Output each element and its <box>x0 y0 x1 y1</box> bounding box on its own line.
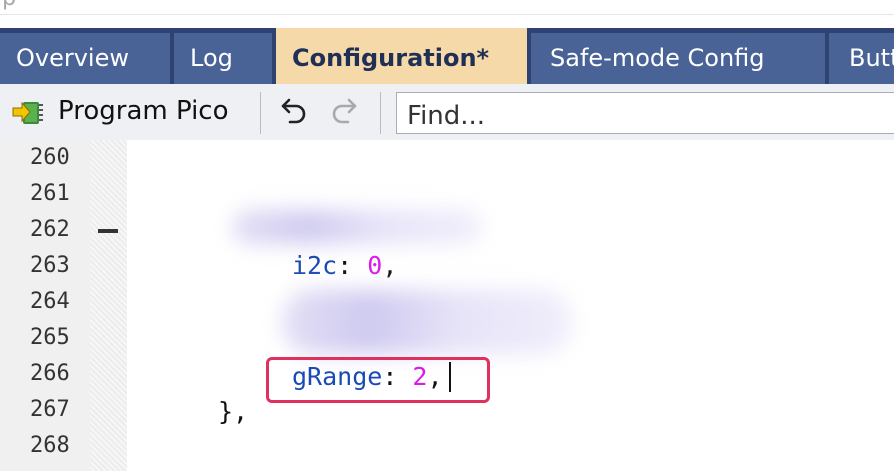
tab-safe-mode-config[interactable]: Safe-mode Config <box>531 33 825 84</box>
program-pico-button[interactable]: Program Pico <box>58 96 229 126</box>
redacted-text <box>282 290 572 354</box>
find-input[interactable] <box>396 92 894 134</box>
code-punctuation: , <box>382 251 398 280</box>
toolbar-separator <box>260 92 261 134</box>
line-number: 263 <box>30 253 70 278</box>
redo-icon[interactable] <box>326 94 360 128</box>
program-chip-icon[interactable] <box>12 96 44 128</box>
tab-log-label: Log <box>190 44 233 72</box>
line-number: 262 <box>30 217 70 242</box>
code-key: i2c <box>292 251 338 280</box>
line-number: 265 <box>30 325 70 350</box>
tab-configuration[interactable]: Configuration* <box>276 28 527 84</box>
tab-configuration-label: Configuration* <box>292 44 490 72</box>
fold-margin <box>90 140 127 471</box>
line-number: 267 <box>30 397 70 422</box>
line-number: 268 <box>30 433 70 458</box>
undo-icon[interactable] <box>278 94 312 128</box>
code-number: 0 <box>367 251 383 280</box>
tab-buttons[interactable]: Butt <box>829 33 894 84</box>
window-title: ip <box>0 0 16 11</box>
tab-safe-mode-config-label: Safe-mode Config <box>550 44 765 72</box>
toolbar-separator <box>380 92 381 134</box>
title-divider <box>0 14 894 15</box>
highlight-annotation <box>266 357 490 403</box>
redacted-text <box>232 210 482 244</box>
tab-overview[interactable]: Overview <box>0 33 170 84</box>
code-punctuation: : <box>337 251 368 280</box>
line-number: 266 <box>30 361 70 386</box>
code-line-263: i2c: 0, <box>292 248 397 284</box>
line-number: 260 <box>30 145 70 170</box>
collapse-icon[interactable] <box>98 229 118 233</box>
tab-log[interactable]: Log <box>174 33 272 84</box>
tab-overview-label: Overview <box>16 44 129 72</box>
code-line-267: }, <box>218 397 249 426</box>
line-number: 264 <box>30 289 70 314</box>
tab-buttons-label: Butt <box>849 44 894 72</box>
line-number: 261 <box>30 181 70 206</box>
